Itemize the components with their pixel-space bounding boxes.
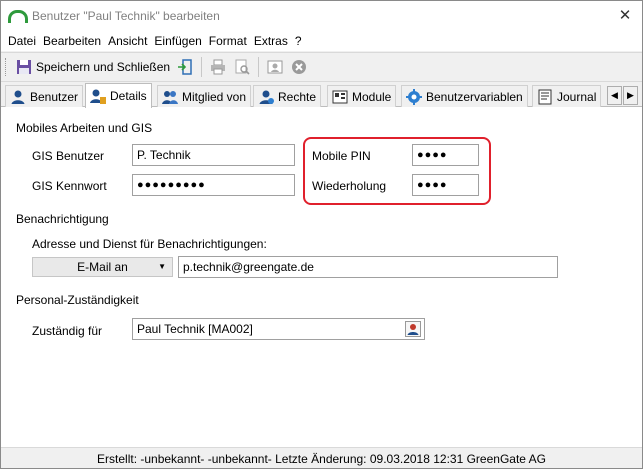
edit-user-window: Benutzer "Paul Technik" bearbeiten ✕ Dat… [0, 0, 643, 469]
notification-address-input[interactable]: p.technik@greengate.de [178, 256, 558, 278]
responsible-for-label: Zuständig für [32, 324, 103, 338]
menu-datei[interactable]: Datei [5, 34, 40, 48]
exit-door-icon [176, 58, 194, 76]
toolbar-grip[interactable] [5, 58, 8, 76]
user-card-button[interactable] [263, 56, 287, 78]
tab-label: Journal [557, 89, 597, 104]
tab-rechte[interactable]: Rechte [253, 85, 322, 107]
tab-journal[interactable]: Journal [532, 85, 602, 107]
print-button[interactable] [206, 56, 230, 78]
toolbar-separator [201, 57, 203, 77]
save-icon [15, 58, 33, 76]
user-icon [10, 89, 26, 105]
delete-circle-icon [290, 58, 308, 76]
window-title: Benutzer "Paul Technik" bearbeiten [32, 9, 220, 23]
notification-service-value: E-Mail an [77, 260, 128, 274]
user-lookup-button[interactable] [405, 321, 421, 337]
print-preview-button[interactable] [230, 56, 254, 78]
toolbar: Speichern und Schließen [1, 52, 642, 82]
status-text: Erstellt: -unbekannt- -unbekannt- Letzte… [97, 451, 546, 466]
user-lookup-icon [405, 321, 421, 337]
tab-mitglied-von[interactable]: Mitglied von [157, 85, 252, 107]
rights-icon [258, 89, 274, 105]
pin-repeat-input[interactable]: ●●●● [412, 174, 479, 196]
save-and-close-button[interactable]: Speichern und Schließen [12, 56, 173, 78]
tab-label: Module [352, 89, 392, 104]
tab-benutzer[interactable]: Benutzer [5, 85, 84, 107]
menu-extras[interactable]: Extras [251, 34, 292, 48]
menu-einfuegen[interactable]: Einfügen [151, 34, 205, 48]
menu-bearbeiten[interactable]: Bearbeiten [40, 34, 105, 48]
responsible-for-field[interactable]: Paul Technik [MA002] [132, 318, 425, 340]
tab-module[interactable]: Module [327, 85, 397, 107]
app-logo-icon [8, 8, 28, 24]
exit-button[interactable] [173, 56, 197, 78]
mobile-section-title: Mobiles Arbeiten und GIS [16, 121, 153, 135]
user-details-icon [90, 88, 106, 104]
gis-user-label: GIS Benutzer [32, 149, 105, 163]
status-bar: Erstellt: -unbekannt- -unbekannt- Letzte… [1, 447, 642, 468]
group-icon [162, 89, 178, 105]
tab-strip: Benutzer Details Mitglied von Rechte Mod… [1, 83, 642, 108]
tab-benutzervariablen[interactable]: Benutzervariablen [401, 85, 528, 107]
journal-icon [537, 89, 553, 105]
gis-password-label: GIS Kennwort [32, 179, 107, 193]
notification-section-title: Benachrichtigung [16, 212, 109, 226]
print-icon [209, 58, 227, 76]
user-card-icon [266, 58, 284, 76]
delete-button[interactable] [287, 56, 311, 78]
menu-bar: Datei Bearbeiten Ansicht Einfügen Format… [1, 31, 642, 51]
gis-password-input[interactable]: ●●●●●●●●● [132, 174, 295, 196]
chevron-left-icon: ◀ [611, 90, 618, 100]
tab-label: Details [110, 89, 147, 103]
tab-label: Rechte [278, 89, 317, 104]
dropdown-arrow-icon: ▼ [158, 262, 166, 271]
menu-ansicht[interactable]: Ansicht [105, 34, 151, 48]
responsible-for-value: Paul Technik [MA002] [137, 322, 253, 336]
module-icon [332, 89, 348, 105]
tab-label: Mitglied von [182, 89, 247, 104]
mobile-pin-input[interactable]: ●●●● [412, 144, 479, 166]
tab-details[interactable]: Details [85, 83, 152, 108]
print-preview-icon [233, 58, 251, 76]
mobile-pin-label: Mobile PIN [312, 149, 371, 163]
notification-description: Adresse und Dienst für Benachrichtigunge… [32, 237, 267, 251]
title-bar: Benutzer "Paul Technik" bearbeiten ✕ [1, 1, 642, 31]
tab-label: Benutzer [30, 89, 79, 104]
details-panel: Mobiles Arbeiten und GIS GIS Benutzer P.… [1, 107, 642, 447]
tab-label: Benutzervariablen [426, 89, 523, 104]
notification-service-dropdown[interactable]: E-Mail an ▼ [32, 257, 173, 277]
variables-icon [406, 88, 422, 105]
chevron-right-icon: ▶ [627, 90, 634, 100]
close-button[interactable]: ✕ [614, 5, 636, 25]
gis-user-input[interactable]: P. Technik [132, 144, 295, 166]
tab-scroll-right-button[interactable]: ▶ [623, 86, 638, 105]
save-and-close-label: Speichern und Schließen [36, 60, 171, 74]
responsibility-section-title: Personal-Zuständigkeit [16, 293, 139, 307]
toolbar-separator [258, 57, 260, 77]
tab-scroll-left-button[interactable]: ◀ [607, 86, 622, 105]
pin-repeat-label: Wiederholung [312, 179, 387, 193]
menu-format[interactable]: Format [206, 34, 251, 48]
menu-help[interactable]: ? [292, 34, 306, 48]
